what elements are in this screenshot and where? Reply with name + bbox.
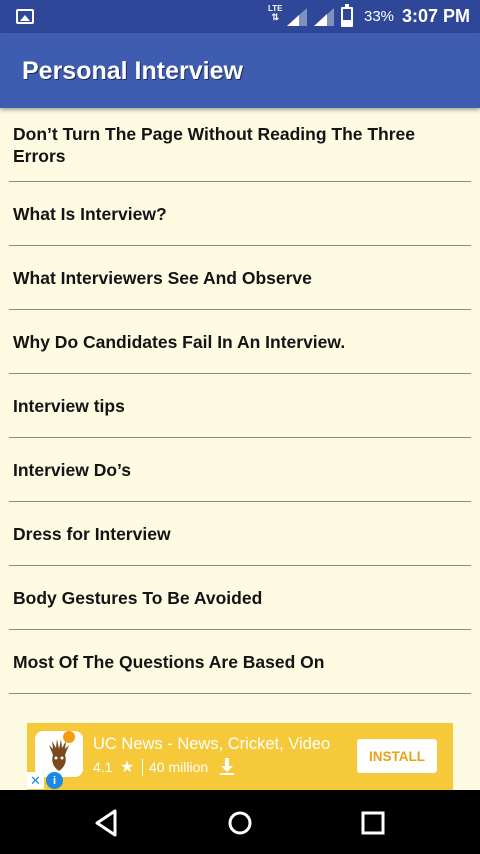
list-item-label: What Interviewers See And Observe <box>13 267 312 288</box>
info-icon[interactable]: i <box>46 772 63 789</box>
recents-icon[interactable] <box>356 806 390 840</box>
list-item-label: Most Of The Questions Are Based On <box>13 651 325 672</box>
ad-rating: 4.1 <box>93 759 113 775</box>
lte-data-icon: LTE ⇅ <box>268 4 283 22</box>
list-item[interactable]: Why Do Candidates Fail In An Interview. <box>9 310 471 374</box>
ad-banner[interactable]: UC News - News, Cricket, Video 4.1 ★ 40 … <box>27 723 453 790</box>
list-item[interactable]: Dress for Interview <box>9 502 471 566</box>
signal-icon <box>314 8 334 26</box>
status-bar: LTE ⇅ 33% 3:07 PM <box>0 0 480 33</box>
list-item-label: Interview Do’s <box>13 459 131 480</box>
battery-percent: 33% <box>364 8 395 25</box>
list-item-label: Body Gestures To Be Avoided <box>13 587 263 608</box>
download-icon <box>220 758 234 775</box>
list-item[interactable]: Body Gestures To Be Avoided <box>9 566 471 630</box>
list-item-label: Interview tips <box>13 395 125 416</box>
list-item-label: Don’t Turn The Page Without Reading The … <box>13 123 416 166</box>
list-item[interactable]: What Interviewers See And Observe <box>9 246 471 310</box>
back-icon[interactable] <box>90 806 124 840</box>
list-item[interactable]: Interview tips <box>9 374 471 438</box>
ad-downloads: 40 million <box>149 759 209 775</box>
list-item[interactable]: Most Of The Questions Are Based On <box>9 630 471 694</box>
signal-icon <box>287 8 307 26</box>
page-title: Personal Interview <box>22 57 243 85</box>
list-item-label: Why Do Candidates Fail In An Interview. <box>13 331 346 352</box>
battery-icon <box>341 4 353 27</box>
image-icon <box>16 9 34 24</box>
star-icon: ★ <box>120 759 135 776</box>
install-button[interactable]: INSTALL <box>357 739 437 773</box>
home-icon[interactable] <box>223 806 257 840</box>
list-item[interactable]: Interview Do’s <box>9 438 471 502</box>
list-item-label: What Is Interview? <box>13 203 167 224</box>
uc-news-logo-icon <box>35 731 83 777</box>
badge-icon <box>63 731 75 743</box>
list-item[interactable]: What Is Interview? <box>9 182 471 246</box>
list-item-label: Dress for Interview <box>13 523 171 544</box>
ad-title: UC News - News, Cricket, Video <box>93 735 331 753</box>
divider <box>142 759 143 776</box>
close-icon[interactable]: ✕ <box>27 772 44 789</box>
navigation-bar <box>0 790 480 854</box>
app-bar: Personal Interview <box>0 33 480 108</box>
clock: 3:07 PM <box>402 6 471 26</box>
list-item[interactable]: Don’t Turn The Page Without Reading The … <box>9 108 471 182</box>
topic-list[interactable]: Don’t Turn The Page Without Reading The … <box>0 108 480 723</box>
